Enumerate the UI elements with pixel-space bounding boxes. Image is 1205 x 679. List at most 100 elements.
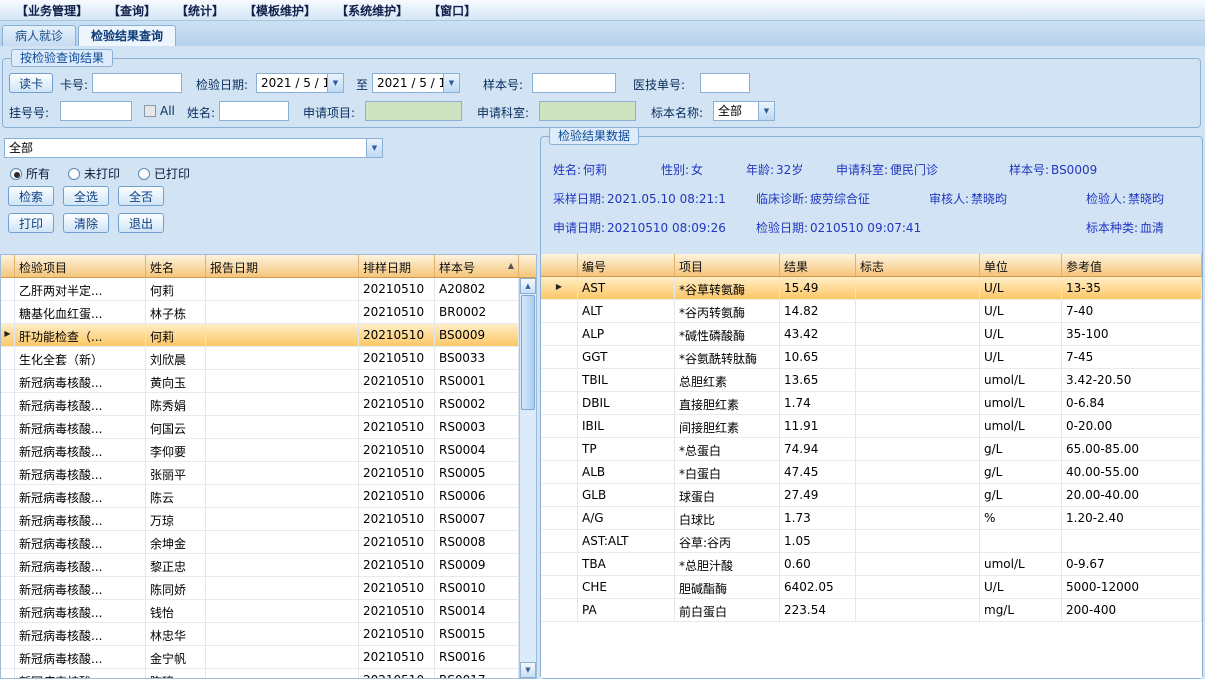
scroll-down-icon[interactable]: ▼ xyxy=(520,662,536,678)
cell-item: 乙肝两对半定... xyxy=(15,278,146,301)
column-header[interactable]: 参考值 xyxy=(1062,254,1202,277)
test-date-from-combo[interactable]: 2021 / 5 / 10 ▼ xyxy=(256,73,344,93)
table-row[interactable]: 新冠病毒核酸... 李仰要 20210510 RS0004 xyxy=(1,439,519,462)
menu-item[interactable]: 【模板维护】 xyxy=(234,0,326,21)
print-button[interactable]: 打印 xyxy=(8,213,54,233)
table-row[interactable]: GLB 球蛋白 27.49 g/L 20.00-40.00 xyxy=(541,484,1202,507)
column-header[interactable]: 编号 xyxy=(578,254,675,277)
radio-option[interactable]: 所有 xyxy=(10,165,50,182)
table-row[interactable]: ▶ AST *谷草转氨酶 15.49 U/L 13-35 xyxy=(541,277,1202,300)
row-indicator: ▶ xyxy=(1,324,15,347)
table-row[interactable]: AST:ALT 谷草:谷丙 1.05 xyxy=(541,530,1202,553)
select-none-button[interactable]: 全否 xyxy=(118,186,164,206)
table-row[interactable]: ALB *白蛋白 47.45 g/L 40.00-55.00 xyxy=(541,461,1202,484)
apply-item-input[interactable] xyxy=(365,101,462,121)
chevron-down-icon[interactable]: ▼ xyxy=(327,74,343,92)
scroll-up-icon[interactable]: ▲ xyxy=(520,278,536,294)
column-header[interactable]: 样本号 ▲ xyxy=(435,255,519,278)
table-row[interactable]: 新冠病毒核酸... 钱怡 20210510 RS0014 xyxy=(1,600,519,623)
table-row[interactable]: TBA *总胆汁酸 0.60 umol/L 0-9.67 xyxy=(541,553,1202,576)
table-row[interactable]: 新冠病毒核酸... 陈同娇 20210510 RS0010 xyxy=(1,577,519,600)
clear-button[interactable]: 清除 xyxy=(63,213,109,233)
apply-dept-field: 申请科室: 便民门诊 xyxy=(836,161,940,178)
table-row[interactable]: TP *总蛋白 74.94 g/L 65.00-85.00 xyxy=(541,438,1202,461)
menu-item[interactable]: 【统计】 xyxy=(166,0,234,21)
cell-report_date xyxy=(206,508,359,531)
table-row[interactable]: 新冠病毒核酸... 余坤金 20210510 RS0008 xyxy=(1,531,519,554)
tab-item[interactable]: 检验结果查询 xyxy=(78,25,177,46)
row-indicator: ▶ xyxy=(541,277,578,300)
field-value: 32岁 xyxy=(776,163,804,177)
select-all-button[interactable]: 全选 xyxy=(63,186,109,206)
chevron-down-icon[interactable]: ▼ xyxy=(366,139,382,157)
cell-result: 10.65 xyxy=(780,346,856,369)
table-row[interactable]: 新冠病毒核酸... 何国云 20210510 RS0003 xyxy=(1,416,519,439)
exit-button[interactable]: 退出 xyxy=(118,213,164,233)
cell-name: 何国云 xyxy=(146,416,206,439)
all-checkbox[interactable] xyxy=(144,105,156,117)
cell-sample_date: 20210510 xyxy=(359,416,435,439)
cell-unit: umol/L xyxy=(980,553,1062,576)
table-row[interactable]: 乙肝两对半定... 何莉 20210510 A20802 xyxy=(1,278,519,301)
menu-item[interactable]: 【查询】 xyxy=(98,0,166,21)
tab-item[interactable]: 病人就诊 xyxy=(2,25,77,46)
column-header[interactable]: 检验项目 xyxy=(15,255,146,278)
chevron-down-icon[interactable]: ▼ xyxy=(758,102,774,120)
menu-item[interactable]: 【业务管理】 xyxy=(6,0,98,21)
table-row[interactable]: 新冠病毒核酸...陈璋 20210510RS0017 xyxy=(1,669,519,678)
filter-combo[interactable]: 全部 ▼ xyxy=(4,138,383,158)
column-header[interactable]: 报告日期 xyxy=(206,255,359,278)
left-table-scrollbar[interactable]: ▲ ▼ xyxy=(519,278,536,678)
table-row[interactable]: 新冠病毒核酸... 张丽平 20210510 RS0005 xyxy=(1,462,519,485)
column-header[interactable]: 结果 xyxy=(780,254,856,277)
row-indicator xyxy=(541,300,578,323)
sample-no-input[interactable] xyxy=(532,73,616,93)
table-row[interactable]: 新冠病毒核酸... 金宁帆 20210510 RS0016 xyxy=(1,646,519,669)
chevron-down-icon[interactable]: ▼ xyxy=(443,74,459,92)
table-row[interactable]: DBIL 直接胆红素 1.74 umol/L 0-6.84 xyxy=(541,392,1202,415)
cell-item: 新冠病毒核酸... xyxy=(15,462,146,485)
search-button[interactable]: 检索 xyxy=(8,186,54,206)
table-row[interactable]: 新冠病毒核酸... 林忠华 20210510 RS0015 xyxy=(1,623,519,646)
medtech-no-input[interactable] xyxy=(700,73,750,93)
reg-no-input[interactable] xyxy=(60,101,132,121)
apply-dept-input[interactable] xyxy=(539,101,636,121)
table-row[interactable]: TBIL 总胆红素 13.65 umol/L 3.42-20.50 xyxy=(541,369,1202,392)
column-header[interactable]: 姓名 xyxy=(146,255,206,278)
cell-sample_no: RS0002 xyxy=(435,393,519,416)
table-row[interactable]: A/G 白球比 1.73% 1.20-2.40 xyxy=(541,507,1202,530)
cell-unit xyxy=(980,530,1062,553)
patient-name-input[interactable] xyxy=(219,101,289,121)
table-row[interactable]: PA 前白蛋白 223.54 mg/L 200-400 xyxy=(541,599,1202,622)
read-card-button[interactable]: 读卡 xyxy=(9,73,53,93)
test-date-to-combo[interactable]: 2021 / 5 / 17 ▼ xyxy=(372,73,460,93)
field-value: 血清 xyxy=(1140,221,1165,235)
table-row[interactable]: 新冠病毒核酸... 陈秀娟 20210510 RS0002 xyxy=(1,393,519,416)
card-no-input[interactable] xyxy=(92,73,182,93)
cell-item: 新冠病毒核酸... xyxy=(15,439,146,462)
column-header[interactable]: 项目 xyxy=(675,254,780,277)
radio-option[interactable]: 未打印 xyxy=(68,165,120,182)
column-header[interactable]: 排样日期 xyxy=(359,255,435,278)
table-row[interactable]: GGT *谷氨酰转肽酶 10.65 U/L 7-45 xyxy=(541,346,1202,369)
radio-option[interactable]: 已打印 xyxy=(138,165,190,182)
table-row[interactable]: ▶ 肝功能检查（... 何莉 20210510 BS0009 xyxy=(1,324,519,347)
table-row[interactable]: ALT *谷丙转氨酶 14.82 U/L 7-40 xyxy=(541,300,1202,323)
table-row[interactable]: 新冠病毒核酸... 黄向玉 20210510 RS0001 xyxy=(1,370,519,393)
table-row[interactable]: 新冠病毒核酸... 黎正忠 20210510 RS0009 xyxy=(1,554,519,577)
scrollbar-thumb[interactable] xyxy=(521,295,535,410)
menu-item[interactable]: 【窗口】 xyxy=(418,0,486,21)
column-header[interactable]: 单位 xyxy=(980,254,1062,277)
cell-flag xyxy=(856,484,980,507)
table-row[interactable]: 新冠病毒核酸... 万琼 20210510 RS0007 xyxy=(1,508,519,531)
column-header[interactable]: 标志 xyxy=(856,254,980,277)
table-row[interactable]: ALP *碱性磷酸酶 43.42 U/L 35-100 xyxy=(541,323,1202,346)
table-row[interactable]: 糖基化血红蛋... 林子栋 20210510 BR0002 xyxy=(1,301,519,324)
table-row[interactable]: CHE 胆碱酯酶 6402.05 U/L 5000-12000 xyxy=(541,576,1202,599)
table-row[interactable]: IBIL 间接胆红素 11.91 umol/L 0-20.00 xyxy=(541,415,1202,438)
row-indicator xyxy=(1,278,15,301)
table-row[interactable]: 生化全套（新） 刘欣晨 20210510 BS0033 xyxy=(1,347,519,370)
table-row[interactable]: 新冠病毒核酸... 陈云 20210510 RS0006 xyxy=(1,485,519,508)
menu-item[interactable]: 【系统维护】 xyxy=(326,0,418,21)
specimen-name-combo[interactable]: 全部 ▼ xyxy=(713,101,775,121)
